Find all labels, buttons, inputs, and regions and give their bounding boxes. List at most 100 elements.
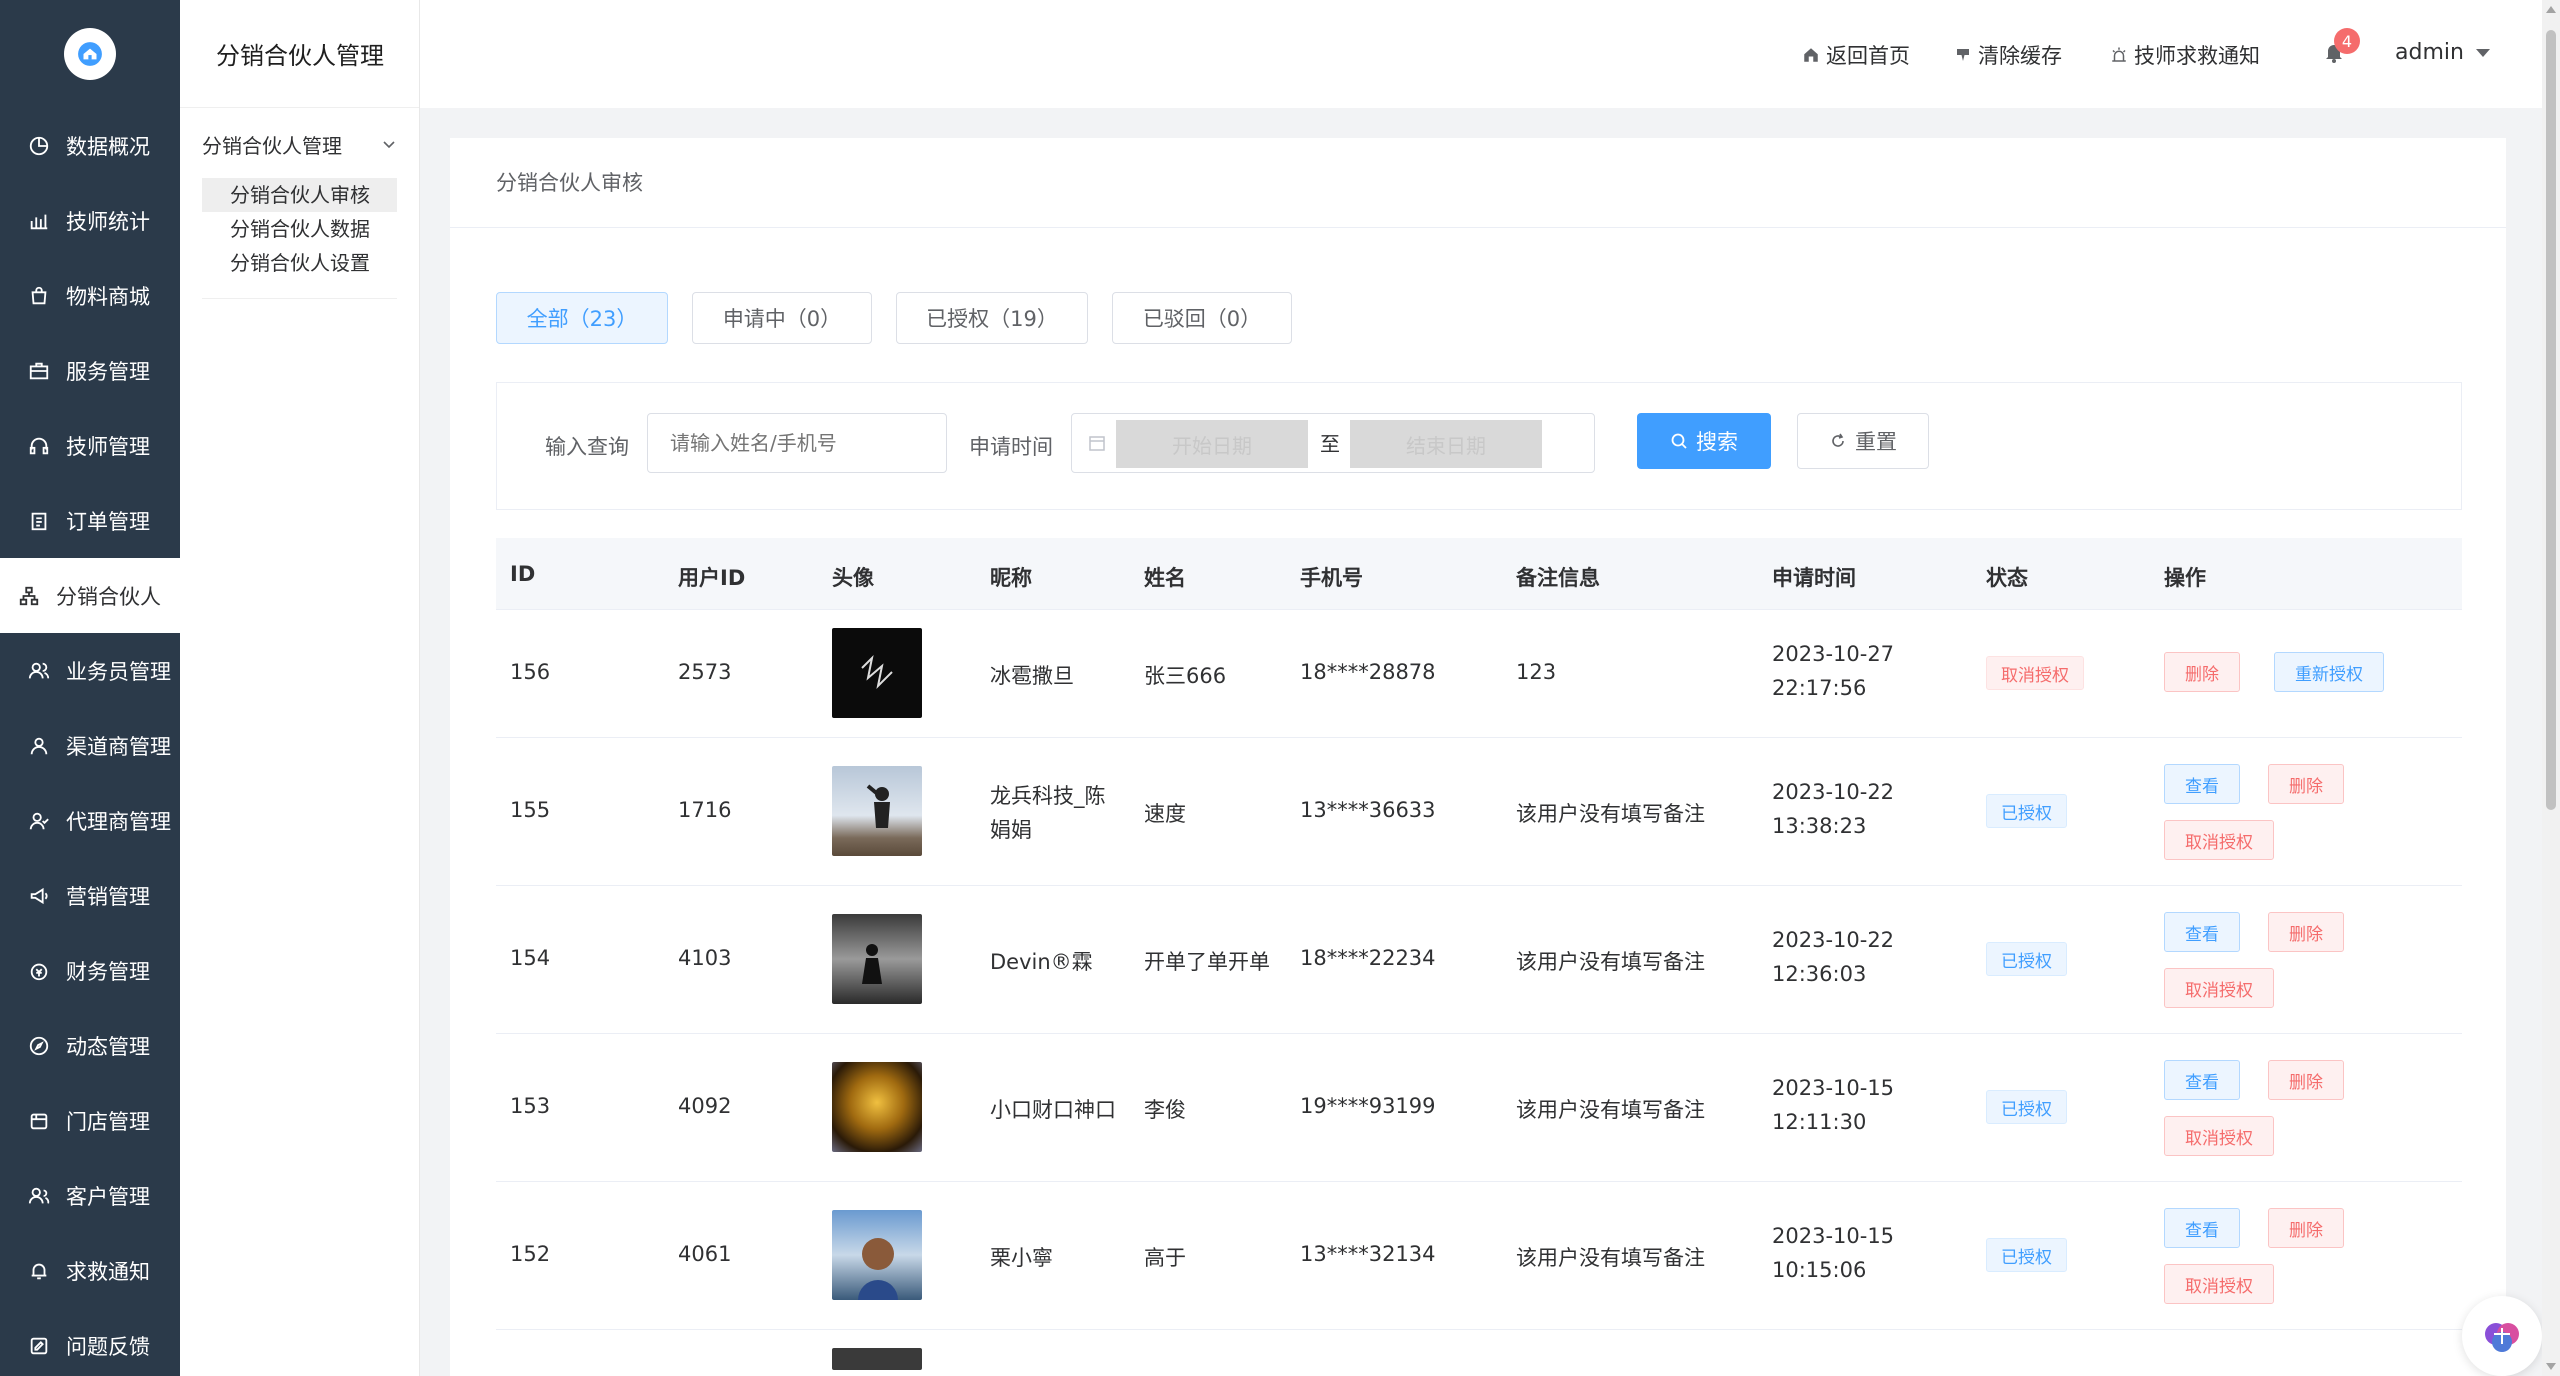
delete-button[interactable]: 删除 bbox=[2164, 652, 2240, 692]
col-id: ID bbox=[510, 562, 536, 586]
sub-menu-group-toggle[interactable]: 分销合伙人管理 bbox=[202, 128, 397, 160]
partner-table: ID 用户ID 头像 昵称 姓名 手机号 备注信息 申请时间 状态 操作 156… bbox=[496, 538, 2462, 1370]
nav-item-overview[interactable]: 数据概况 bbox=[0, 108, 180, 183]
cell-user-id: 2573 bbox=[678, 660, 732, 684]
col-avatar: 头像 bbox=[832, 566, 874, 590]
bell-icon bbox=[28, 1260, 50, 1282]
user-icon bbox=[28, 735, 50, 757]
nav-item-sales[interactable]: 业务员管理 bbox=[0, 633, 180, 708]
delete-button[interactable]: 删除 bbox=[2268, 764, 2344, 804]
view-button[interactable]: 查看 bbox=[2164, 1060, 2240, 1100]
tab-applying[interactable]: 申请中（0） bbox=[692, 292, 872, 344]
end-date-input[interactable]: 结束日期 bbox=[1350, 420, 1542, 468]
col-note: 备注信息 bbox=[1516, 566, 1600, 590]
col-name: 姓名 bbox=[1144, 566, 1186, 590]
nav-item-tech-stats[interactable]: 技师统计 bbox=[0, 183, 180, 258]
nav-item-marketing[interactable]: 营销管理 bbox=[0, 858, 180, 933]
nav-item-feedback[interactable]: 问题反馈 bbox=[0, 1308, 180, 1376]
start-date-input[interactable]: 开始日期 bbox=[1116, 420, 1308, 468]
avatar bbox=[832, 1348, 922, 1370]
scroll-down-icon[interactable] bbox=[2546, 1363, 2556, 1370]
clear-cache-label: 清除缓存 bbox=[1978, 44, 2062, 68]
tab-authorized[interactable]: 已授权（19） bbox=[896, 292, 1088, 344]
scroll-up-icon[interactable] bbox=[2546, 6, 2556, 13]
sub-menu-item-review[interactable]: 分销合伙人审核 bbox=[202, 178, 397, 212]
view-button[interactable]: 查看 bbox=[2164, 764, 2240, 804]
nav-item-partner[interactable]: 分销合伙人 bbox=[0, 558, 180, 633]
nav-item-orders[interactable]: 订单管理 bbox=[0, 483, 180, 558]
nav-item-customers[interactable]: 客户管理 bbox=[0, 1158, 180, 1233]
sub-menu-item-settings[interactable]: 分销合伙人设置 bbox=[202, 246, 397, 280]
sos-notify-link[interactable]: 技师求救通知 bbox=[2110, 40, 2260, 70]
view-button[interactable]: 查看 bbox=[2164, 912, 2240, 952]
page-scrollbar[interactable] bbox=[2542, 0, 2560, 1376]
user-name: admin bbox=[2395, 40, 2464, 65]
nav-item-tech[interactable]: 技师管理 bbox=[0, 408, 180, 483]
revoke-button[interactable]: 取消授权 bbox=[2164, 1264, 2274, 1304]
cell-apply-time: 12:36:03 bbox=[1772, 962, 1867, 986]
cell-note: 该用户没有填写备注 bbox=[1516, 802, 1705, 826]
nav-item-label: 分销合伙人 bbox=[56, 584, 161, 609]
search-button-label: 搜索 bbox=[1696, 430, 1738, 454]
query-input[interactable] bbox=[647, 413, 947, 473]
delete-button[interactable]: 删除 bbox=[2268, 1060, 2344, 1100]
nav-item-finance[interactable]: 财务管理 bbox=[0, 933, 180, 1008]
table-row: 156 2573 冰雹撒旦 张三666 18****28878 123 2023… bbox=[496, 610, 2462, 738]
cell-user-id: 4092 bbox=[678, 1094, 732, 1118]
cell-name: 开单了单开单 bbox=[1144, 950, 1270, 974]
table-row: 152 4061 栗小寧 高于 13****32134 该用户没有填写备注 20… bbox=[496, 1182, 2462, 1330]
table-header: ID 用户ID 头像 昵称 姓名 手机号 备注信息 申请时间 状态 操作 bbox=[496, 538, 2462, 610]
ai-assistant-icon[interactable] bbox=[2462, 1296, 2542, 1376]
delete-button[interactable]: 删除 bbox=[2268, 912, 2344, 952]
nav-item-agent[interactable]: 代理商管理 bbox=[0, 783, 180, 858]
query-label: 输入查询 bbox=[545, 435, 629, 459]
bar-chart-icon bbox=[28, 210, 50, 232]
nav-item-moments[interactable]: 动态管理 bbox=[0, 1008, 180, 1083]
cell-name: 速度 bbox=[1144, 802, 1186, 826]
page-title: 分销合伙人审核 bbox=[450, 138, 2506, 228]
delete-button[interactable]: 删除 bbox=[2268, 1208, 2344, 1248]
user-check-icon bbox=[28, 810, 50, 832]
revoke-button[interactable]: 取消授权 bbox=[2164, 968, 2274, 1008]
col-actions: 操作 bbox=[2164, 566, 2206, 590]
home-link[interactable]: 返回首页 bbox=[1802, 40, 1910, 70]
nav-item-label: 求救通知 bbox=[66, 1259, 150, 1284]
tab-rejected[interactable]: 已驳回（0） bbox=[1112, 292, 1292, 344]
revoke-button[interactable]: 取消授权 bbox=[2164, 820, 2274, 860]
cell-note: 123 bbox=[1516, 660, 1557, 684]
nav-item-mall[interactable]: 物料商城 bbox=[0, 258, 180, 333]
nav-item-store[interactable]: 门店管理 bbox=[0, 1083, 180, 1158]
revoke-button[interactable]: 取消授权 bbox=[2164, 1116, 2274, 1156]
cell-apply-date: 2023-10-15 bbox=[1772, 1224, 1895, 1248]
users-icon bbox=[28, 660, 50, 682]
user-dropdown[interactable]: admin bbox=[2395, 40, 2490, 65]
nav-item-label: 动态管理 bbox=[66, 1034, 150, 1059]
scroll-thumb[interactable] bbox=[2546, 30, 2556, 810]
time-label: 申请时间 bbox=[969, 435, 1053, 459]
cell-nickname: 冰雹撒旦 bbox=[990, 664, 1074, 688]
reauthorize-button[interactable]: 重新授权 bbox=[2274, 652, 2384, 692]
home-logo-icon[interactable] bbox=[64, 28, 116, 80]
cell-phone: 19****93199 bbox=[1300, 1094, 1436, 1118]
nav-item-service[interactable]: 服务管理 bbox=[0, 333, 180, 408]
nav-item-label: 技师统计 bbox=[66, 209, 150, 234]
cell-nickname: Devin®霖 bbox=[990, 950, 1093, 974]
cell-phone: 13****36633 bbox=[1300, 798, 1436, 822]
sub-menu-item-data[interactable]: 分销合伙人数据 bbox=[202, 212, 397, 246]
caret-down-icon bbox=[2475, 48, 2490, 57]
status-badge: 已授权 bbox=[1986, 1090, 2067, 1124]
megaphone-icon bbox=[28, 885, 50, 907]
col-phone: 手机号 bbox=[1300, 566, 1363, 590]
reset-button[interactable]: 重置 bbox=[1797, 413, 1929, 469]
avatar bbox=[832, 766, 922, 856]
search-button[interactable]: 搜索 bbox=[1637, 413, 1771, 469]
nav-item-channel[interactable]: 渠道商管理 bbox=[0, 708, 180, 783]
clear-cache-button[interactable]: 清除缓存 bbox=[1954, 40, 2062, 70]
tab-all[interactable]: 全部（23） bbox=[496, 292, 668, 344]
date-range-picker[interactable]: 开始日期 至 结束日期 bbox=[1071, 413, 1595, 473]
cell-user-id: 4103 bbox=[678, 946, 732, 970]
nav-item-sos[interactable]: 求救通知 bbox=[0, 1233, 180, 1308]
clipboard-icon bbox=[28, 510, 50, 532]
view-button[interactable]: 查看 bbox=[2164, 1208, 2240, 1248]
cell-note: 该用户没有填写备注 bbox=[1516, 1098, 1705, 1122]
